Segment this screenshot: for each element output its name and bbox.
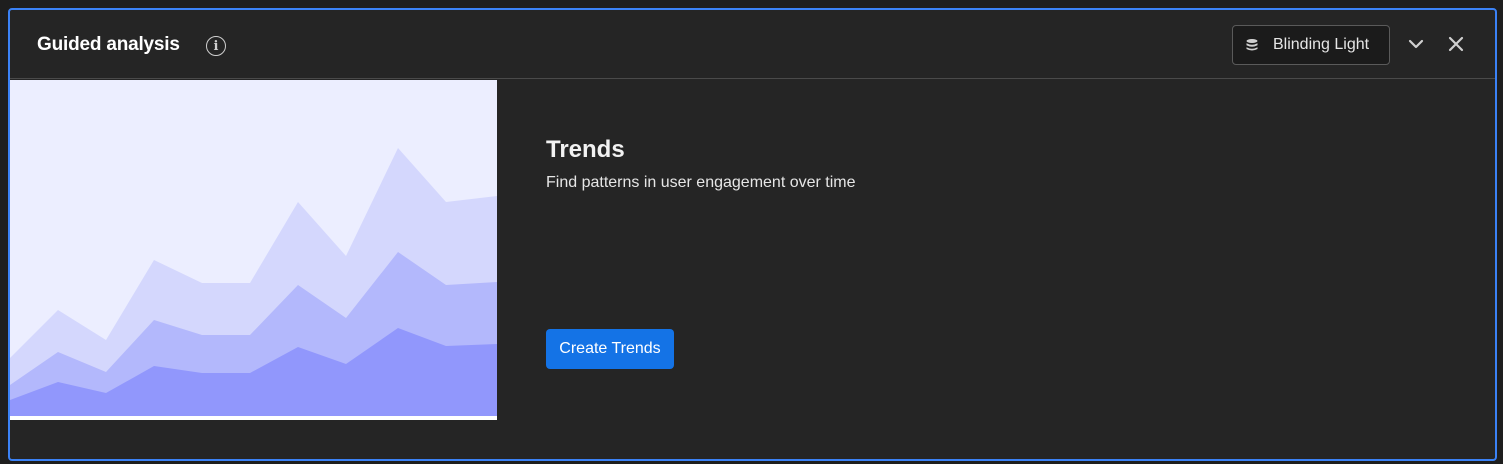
close-button[interactable]: [1446, 34, 1466, 54]
dataset-selector-button[interactable]: Blinding Light: [1232, 25, 1390, 65]
dataset-label: Blinding Light: [1273, 36, 1370, 53]
panel-title: Guided analysis: [37, 34, 180, 55]
analysis-description: Find patterns in user engagement over ti…: [546, 174, 856, 191]
info-icon[interactable]: i: [206, 36, 226, 56]
close-icon: [1448, 36, 1464, 52]
database-icon: [1245, 38, 1259, 52]
trends-illustration: [10, 80, 497, 420]
chevron-down-icon: [1408, 39, 1424, 49]
panel-header: Guided analysis i Blinding Light: [10, 10, 1495, 79]
analysis-title: Trends: [546, 136, 625, 163]
collapse-button[interactable]: [1406, 34, 1426, 54]
guided-analysis-panel: Guided analysis i Blinding Light Trends …: [8, 8, 1497, 461]
create-trends-button[interactable]: Create Trends: [546, 329, 674, 369]
trends-area-illustration: [10, 80, 497, 420]
